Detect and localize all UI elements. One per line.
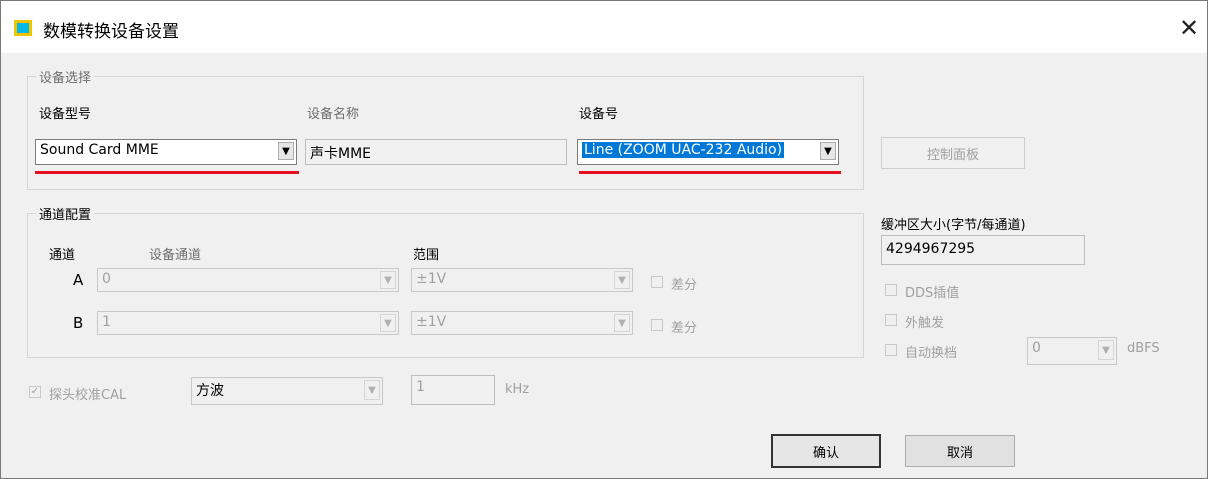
- col-range-header: 范围: [413, 248, 440, 263]
- chevron-down-icon[interactable]: ▼: [1098, 340, 1114, 360]
- dialog-window: 数模转换设备设置 ✕ 设备选择 设备型号 设备名称 设备号 Sound Card…: [0, 0, 1208, 479]
- channel-a-label: A: [73, 271, 84, 289]
- probe-freq-unit: kHz: [505, 382, 530, 397]
- channel-a-range-select[interactable]: ±1V ▼: [411, 268, 633, 292]
- col-channel-header: 通道: [49, 248, 76, 263]
- channel-b-label: B: [73, 314, 84, 332]
- model-highlight-line: [35, 171, 299, 174]
- auto-range-label: 自动换档: [905, 346, 958, 361]
- channel-config-legend: 通道配置: [36, 204, 95, 223]
- chevron-down-icon[interactable]: ▼: [614, 271, 630, 289]
- dbfs-unit-label: dBFS: [1127, 341, 1160, 356]
- buffer-size-value: 4294967295: [886, 241, 976, 257]
- device-number-value: Line (ZOOM UAC-232 Audio): [582, 142, 785, 158]
- channel-b-diff-label: 差分: [671, 321, 698, 336]
- chevron-down-icon[interactable]: ▼: [820, 142, 836, 160]
- window-title: 数模转换设备设置: [43, 22, 179, 42]
- device-number-label: 设备号: [579, 107, 619, 122]
- app-icon: [14, 20, 32, 36]
- channel-a-diff-label: 差分: [671, 278, 698, 293]
- probe-freq-field[interactable]: 1: [411, 375, 495, 405]
- chevron-down-icon[interactable]: ▼: [380, 314, 396, 332]
- probe-cal-checkbox[interactable]: ✓: [29, 386, 41, 398]
- device-model-value: Sound Card MME: [40, 142, 159, 158]
- ext-trigger-checkbox[interactable]: [885, 314, 897, 326]
- chevron-down-icon[interactable]: ▼: [278, 142, 294, 160]
- chevron-down-icon[interactable]: ▼: [364, 380, 380, 400]
- dds-label: DDS插值: [905, 286, 960, 301]
- channel-b-range-select[interactable]: ±1V ▼: [411, 311, 633, 335]
- chevron-down-icon[interactable]: ▼: [380, 271, 396, 289]
- number-highlight-line: [579, 171, 841, 174]
- auto-range-select[interactable]: 0 ▼: [1027, 337, 1117, 365]
- title-bar: 数模转换设备设置 ✕: [1, 1, 1207, 53]
- dds-checkbox[interactable]: [885, 284, 897, 296]
- device-name-value: 声卡MME: [310, 146, 372, 162]
- device-number-select[interactable]: Line (ZOOM UAC-232 Audio) ▼: [577, 139, 839, 165]
- device-name-label: 设备名称: [307, 107, 360, 122]
- col-device-channel-header: 设备通道: [149, 248, 202, 263]
- buffer-size-field: 4294967295: [881, 235, 1085, 265]
- device-name-field: 声卡MME: [305, 139, 567, 165]
- device-model-select[interactable]: Sound Card MME ▼: [35, 139, 297, 165]
- close-icon[interactable]: ✕: [1169, 11, 1208, 45]
- channel-a-device-select[interactable]: 0 ▼: [97, 268, 399, 292]
- probe-cal-label: 探头校准CAL: [49, 388, 127, 403]
- control-panel-button[interactable]: 控制面板: [881, 137, 1025, 169]
- waveform-select[interactable]: 方波 ▼: [191, 377, 383, 405]
- cancel-button[interactable]: 取消: [905, 435, 1015, 467]
- device-model-label: 设备型号: [39, 107, 92, 122]
- channel-b-device-select[interactable]: 1 ▼: [97, 311, 399, 335]
- channel-a-diff-checkbox[interactable]: [651, 276, 663, 288]
- device-select-legend: 设备选择: [36, 67, 95, 86]
- buffer-size-label: 缓冲区大小(字节/每通道): [881, 218, 1026, 233]
- chevron-down-icon[interactable]: ▼: [614, 314, 630, 332]
- channel-b-diff-checkbox[interactable]: [651, 319, 663, 331]
- ext-trigger-label: 外触发: [905, 316, 945, 331]
- auto-range-checkbox[interactable]: [885, 344, 897, 356]
- ok-button[interactable]: 确认: [771, 434, 881, 468]
- probe-freq-value: 1: [416, 379, 425, 395]
